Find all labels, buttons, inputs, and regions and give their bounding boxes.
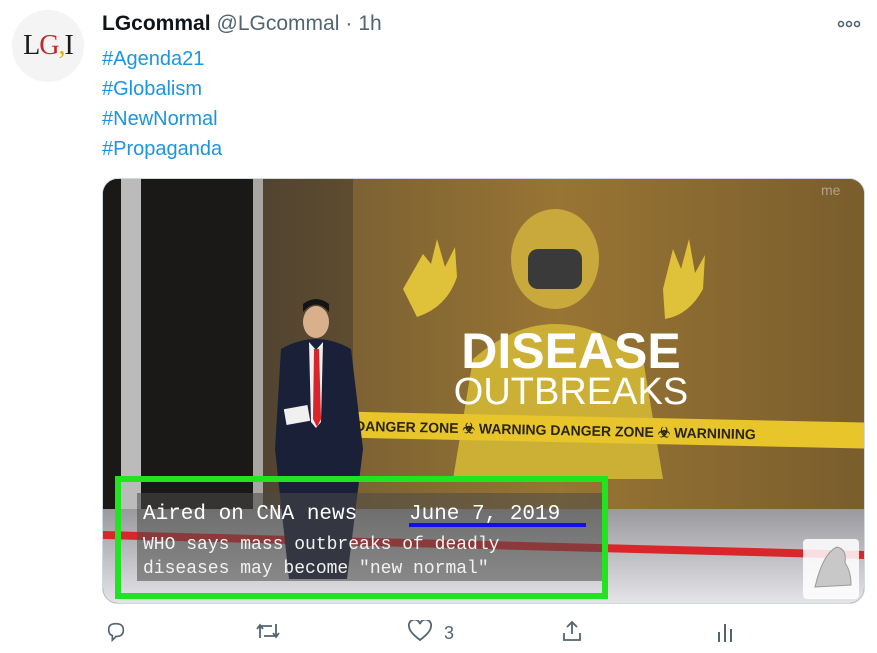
tweet-actions: 3 bbox=[0, 618, 877, 650]
retweet-button[interactable] bbox=[255, 620, 293, 647]
hashtag-list: #Agenda21 #Globalism #NewNormal #Propaga… bbox=[102, 44, 222, 164]
caption-date: June 7, 2019 bbox=[409, 503, 560, 526]
reply-icon bbox=[105, 620, 127, 647]
avatar-letter: G bbox=[39, 30, 59, 61]
avatar[interactable]: LG,I bbox=[12, 10, 84, 82]
share-icon bbox=[561, 620, 583, 647]
avatar-letter: L bbox=[23, 30, 40, 61]
date-underline bbox=[409, 523, 586, 527]
hashtag-link[interactable]: #NewNormal bbox=[102, 104, 222, 134]
headline-line2: OUTBREAKS bbox=[454, 371, 688, 413]
analytics-button[interactable] bbox=[716, 620, 734, 647]
avatar-letter: I bbox=[64, 30, 74, 61]
display-name[interactable]: LGcommal bbox=[102, 12, 211, 36]
separator-dot: · bbox=[345, 12, 353, 35]
caption-line1-part1: Aired on CNA news bbox=[143, 503, 370, 526]
hashtag-link[interactable]: #Propaganda bbox=[102, 134, 222, 164]
reply-button[interactable] bbox=[105, 620, 139, 647]
like-count: 3 bbox=[444, 623, 455, 643]
retweet-icon bbox=[255, 620, 281, 647]
studio-light-panel bbox=[121, 179, 141, 509]
timestamp[interactable]: 1h bbox=[358, 12, 381, 36]
like-button[interactable]: 3 bbox=[408, 618, 455, 647]
user-handle[interactable]: @LGcommal bbox=[217, 12, 340, 36]
more-options-icon[interactable] bbox=[835, 10, 863, 38]
hashtag-link[interactable]: #Globalism bbox=[102, 74, 222, 104]
caption-line3: diseases may become "new normal" bbox=[143, 559, 489, 579]
caption-line2: WHO says mass outbreaks of deadly bbox=[143, 535, 500, 555]
hashtag-link[interactable]: #Agenda21 bbox=[102, 44, 222, 74]
analytics-icon bbox=[716, 620, 734, 647]
station-logo-icon bbox=[803, 539, 859, 599]
video-media[interactable]: DISEASE OUTBREAKS DANGER ZONE ☣ WARNING … bbox=[102, 178, 865, 604]
channel-watermark: me bbox=[821, 182, 841, 198]
tweet-header: LGcommal @LGcommal · 1h bbox=[102, 12, 382, 36]
like-icon bbox=[408, 618, 432, 647]
share-button[interactable] bbox=[561, 620, 583, 647]
studio-light-panel bbox=[253, 179, 263, 509]
